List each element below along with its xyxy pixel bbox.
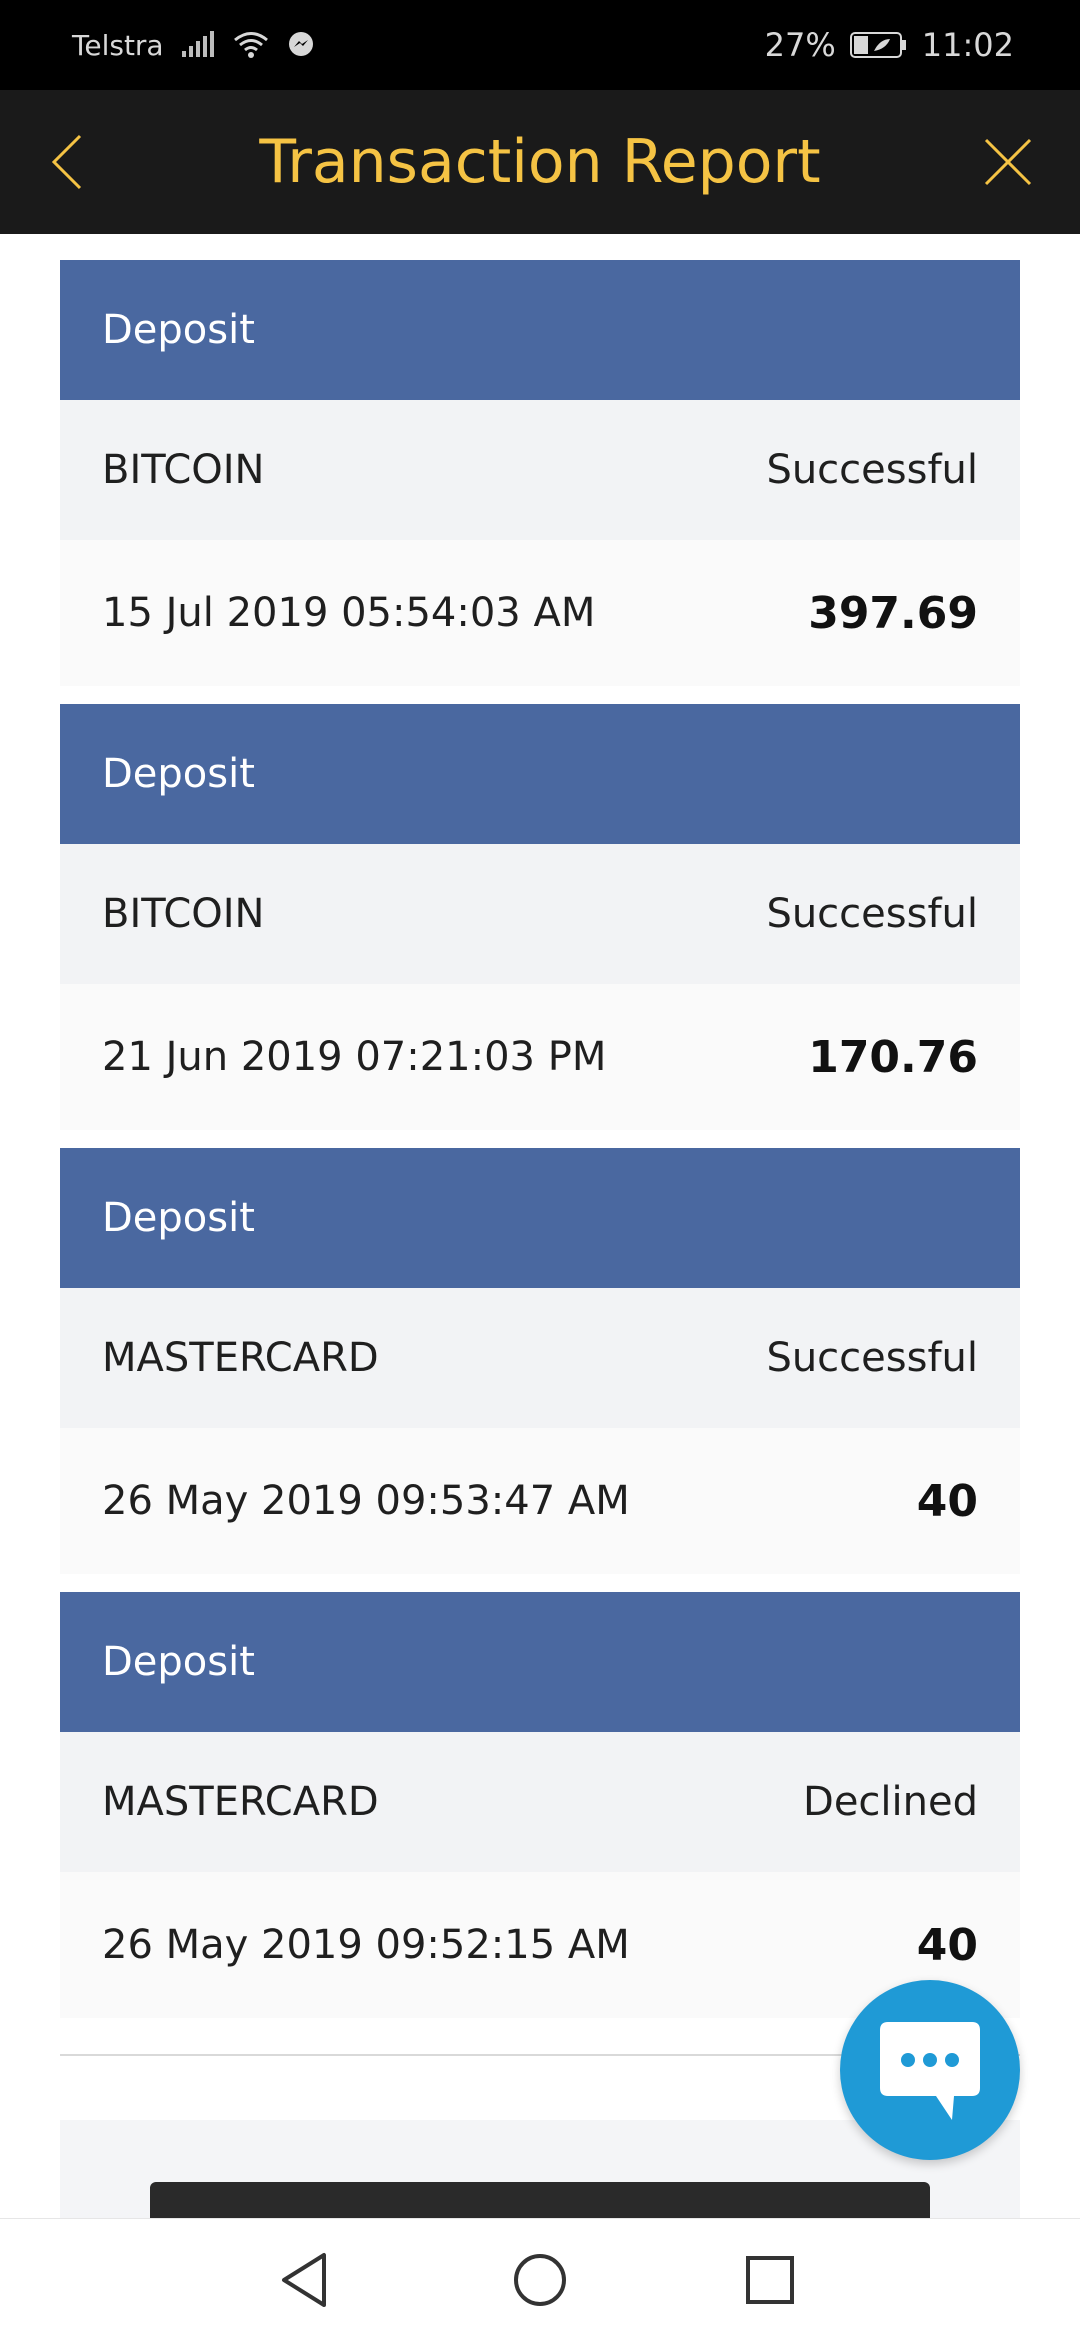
nav-home-button[interactable] xyxy=(505,2245,575,2315)
transaction-method: BITCOIN xyxy=(102,447,265,493)
transaction-datetime: 26 May 2019 09:53:47 AM xyxy=(102,1478,630,1524)
transaction-datetime: 21 Jun 2019 07:21:03 PM xyxy=(102,1034,607,1080)
battery-percent: 27% xyxy=(764,26,836,64)
transaction-amount: 397.69 xyxy=(808,587,978,639)
triangle-back-icon xyxy=(282,2253,326,2307)
close-icon xyxy=(984,138,1032,186)
status-right: 27% 11:02 xyxy=(765,0,1014,90)
transaction-method: BITCOIN xyxy=(102,891,265,937)
transaction-status: Successful xyxy=(766,1335,978,1381)
transaction-method: MASTERCARD xyxy=(102,1335,379,1381)
battery-icon xyxy=(849,31,908,59)
transaction-status: Successful xyxy=(766,891,978,937)
transaction-status: Successful xyxy=(766,447,978,493)
navigation-bar xyxy=(0,2218,1080,2341)
transaction-list: Deposit BITCOIN Successful 15 Jul 2019 0… xyxy=(60,260,1020,2036)
transaction-datetime: 26 May 2019 09:52:15 AM xyxy=(102,1922,630,1968)
transaction-detail-row: 15 Jul 2019 05:54:03 AM 397.69 xyxy=(60,540,1020,686)
transaction-card[interactable]: Deposit MASTERCARD Declined 26 May 2019 … xyxy=(60,1592,1020,2018)
transaction-type: Deposit xyxy=(60,704,1020,844)
app-header: Transaction Report xyxy=(0,90,1080,234)
close-button[interactable] xyxy=(976,130,1040,194)
chat-button[interactable] xyxy=(840,1980,1020,2160)
transaction-amount: 170.76 xyxy=(808,1031,978,1083)
transaction-method-row: BITCOIN Successful xyxy=(60,844,1020,984)
transaction-method-row: MASTERCARD Declined xyxy=(60,1732,1020,1872)
page-title: Transaction Report xyxy=(259,127,821,197)
signal-icon xyxy=(180,31,216,59)
wifi-icon xyxy=(232,30,270,60)
transaction-status: Declined xyxy=(803,1779,978,1825)
transaction-amount: 40 xyxy=(916,1919,978,1971)
transaction-type: Deposit xyxy=(60,260,1020,400)
square-recent-icon xyxy=(746,2256,794,2304)
transaction-amount: 40 xyxy=(916,1475,978,1527)
transaction-detail-row: 26 May 2019 09:53:47 AM 40 xyxy=(60,1428,1020,1574)
transaction-type: Deposit xyxy=(60,1148,1020,1288)
nav-recent-button[interactable] xyxy=(735,2245,805,2315)
transaction-method: MASTERCARD xyxy=(102,1779,379,1825)
transaction-card[interactable]: Deposit MASTERCARD Successful 26 May 201… xyxy=(60,1148,1020,1574)
status-left: Telstra xyxy=(72,0,316,90)
carrier-label: Telstra xyxy=(72,28,164,62)
chat-bubble-icon xyxy=(880,2022,980,2120)
bottom-action-button[interactable] xyxy=(150,2182,930,2222)
messenger-icon xyxy=(286,30,316,60)
status-bar: Telstra 27% 11:02 xyxy=(0,0,1080,90)
clock-time: 11:02 xyxy=(921,26,1014,64)
transaction-detail-row: 21 Jun 2019 07:21:03 PM 170.76 xyxy=(60,984,1020,1130)
nav-back-button[interactable] xyxy=(272,2245,342,2315)
circle-home-icon xyxy=(514,2254,566,2306)
transaction-card[interactable]: Deposit BITCOIN Successful 15 Jul 2019 0… xyxy=(60,260,1020,686)
transaction-card[interactable]: Deposit BITCOIN Successful 21 Jun 2019 0… xyxy=(60,704,1020,1130)
transaction-method-row: BITCOIN Successful xyxy=(60,400,1020,540)
transaction-method-row: MASTERCARD Successful xyxy=(60,1288,1020,1428)
transaction-datetime: 15 Jul 2019 05:54:03 AM xyxy=(102,590,596,636)
transaction-type: Deposit xyxy=(60,1592,1020,1732)
